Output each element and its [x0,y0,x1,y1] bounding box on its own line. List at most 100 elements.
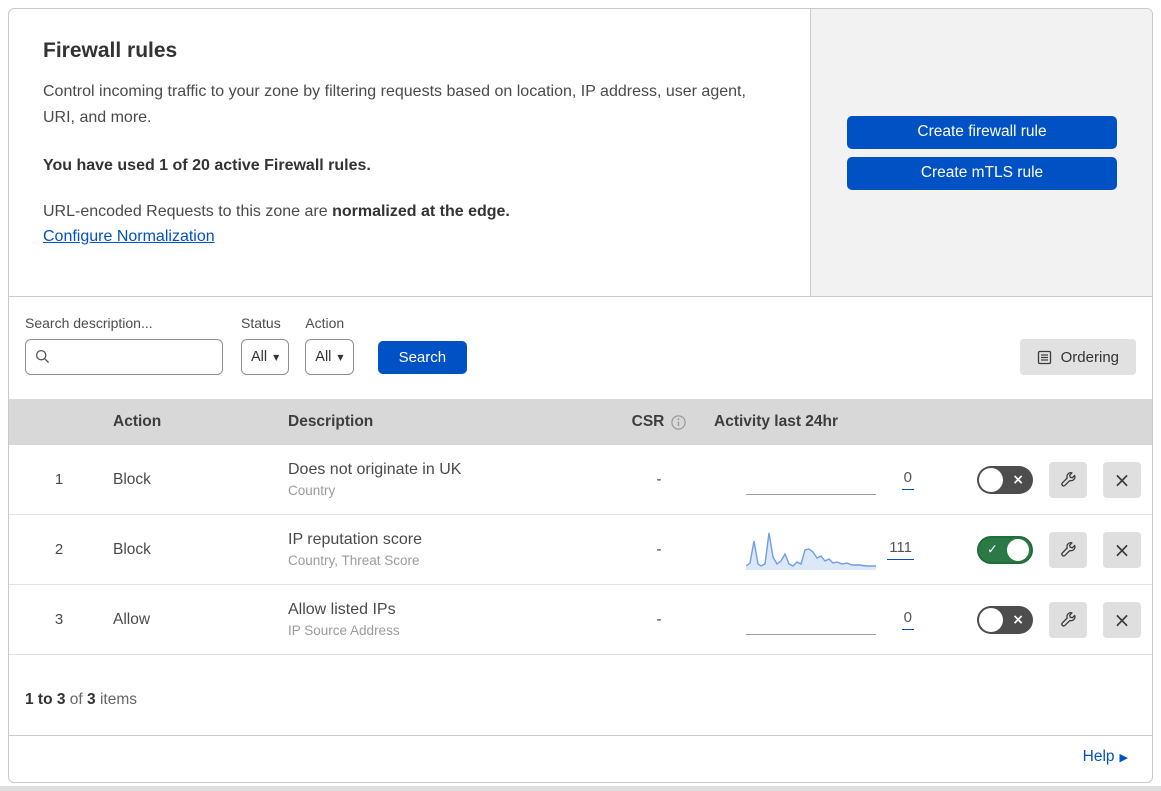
close-icon: × [1113,467,1131,492]
normalization-text: URL-encoded Requests to this zone are [43,202,333,220]
create-firewall-rule-button[interactable]: Create firewall rule [847,115,1117,149]
filter-bar: Search description... Status All ▼ Actio… [9,297,1152,399]
rule-criteria: IP Source Address [288,623,400,638]
info-icon[interactable] [671,414,687,430]
delete-rule-button[interactable]: × [1103,601,1141,638]
search-label: Search description... [25,315,153,331]
help-label: Help [1082,748,1115,765]
pagination-summary: 1 to 3 of 3 items [9,655,1152,735]
usage-note: You have used 1 of 20 active Firewall ru… [43,156,371,174]
rule-description: IP reputation score [288,531,423,548]
rule-description-cell: Allow listed IPs IP Source Address [284,601,614,638]
list-document-icon [1037,350,1051,364]
arrow-right-icon: ▶ [1119,751,1128,764]
chevron-down-icon: ▼ [273,352,280,362]
delete-rule-button[interactable]: × [1103,531,1141,568]
rule-controls: ✓ × × [939,531,1152,568]
wrench-icon [1060,612,1076,627]
normalization-note: URL-encoded Requests to this zone are no… [43,203,776,221]
rule-csr-value: - [656,540,662,558]
page-title: Firewall rules [43,39,178,62]
items-total: 3 [87,691,96,708]
search-input[interactable] [25,339,223,375]
rule-action: Allow [113,610,151,628]
action-filter-group: Action All ▼ [305,315,354,375]
edit-rule-button[interactable] [1049,601,1087,638]
action-select[interactable]: All ▼ [305,339,354,375]
activity-count-link[interactable]: 0 [901,609,914,630]
activity-count-link[interactable]: 111 [887,539,914,560]
rule-csr-value: - [656,610,662,628]
chevron-down-icon: ▼ [337,352,344,362]
action-label: Action [305,315,345,331]
activity-count-link[interactable]: 0 [901,469,914,490]
wrench-icon [1060,472,1076,487]
items-of: of [69,691,83,708]
search-button[interactable]: Search [377,341,468,374]
action-column-header: Action [113,413,162,430]
table-row: 2 Block IP reputation score Country, Thr… [9,515,1152,585]
status-select[interactable]: All ▼ [241,339,290,375]
wrench-icon [1060,542,1076,557]
items-label: items [99,691,138,708]
activity-column-header: Activity last 24hr [714,413,839,430]
ordering-button-label: Ordering [1060,348,1119,366]
rule-description: Allow listed IPs [288,601,396,618]
rule-csr-value: - [656,470,662,488]
rule-activity-cell: 0 [704,460,939,500]
csr-column-header: CSR [632,413,687,431]
cta-panel: Create firewall rule Create mTLS rule [810,9,1152,296]
rule-controls: ✓ × × [939,461,1152,498]
toggle-knob [979,607,1003,632]
rule-enabled-toggle[interactable]: ✓ × [977,605,1033,634]
search-icon [35,349,50,364]
description-column-header: Description [288,413,374,430]
configure-normalization-link[interactable]: Configure Normalization [43,228,215,245]
ordering-button[interactable]: Ordering [1019,339,1136,375]
edit-rule-button[interactable] [1049,531,1087,568]
toggle-knob [979,467,1003,492]
status-label: Status [241,315,281,331]
activity-sparkline-empty [746,460,876,500]
intro-section: Firewall rules Control incoming traffic … [9,9,1152,297]
table-row: 1 Block Does not originate in UK Country… [9,445,1152,515]
toggle-knob [1007,538,1029,561]
rule-description: Does not originate in UK [288,461,462,478]
page-bottom-strip [0,786,1161,791]
firewall-rules-card: Firewall rules Control incoming traffic … [8,8,1153,783]
status-filter-group: Status All ▼ [241,315,290,375]
rule-action: Block [113,470,151,488]
table-row: 3 Allow Allow listed IPs IP Source Addre… [9,585,1152,655]
rules-table: Action Description CSR Activity last 24h… [9,399,1152,655]
table-header-row: Action Description CSR Activity last 24h… [9,399,1152,445]
rule-controls: ✓ × × [939,601,1152,638]
delete-rule-button[interactable]: × [1103,461,1141,498]
activity-sparkline-empty [746,600,876,640]
close-icon: × [1113,537,1131,562]
page-description: Control incoming traffic to your zone by… [43,83,746,126]
rule-priority: 3 [54,611,64,628]
rule-enabled-toggle[interactable]: ✓ × [977,535,1033,564]
rule-action: Block [113,540,151,558]
rule-activity-cell: 111 [704,530,939,570]
search-group: Search description... [25,315,223,375]
activity-sparkline [746,530,876,570]
rule-criteria: Country, Threat Score [288,553,420,568]
search-wrap [25,339,223,375]
rule-enabled-toggle[interactable]: ✓ × [977,465,1033,494]
edit-rule-button[interactable] [1049,461,1087,498]
rule-description-cell: Does not originate in UK Country [284,461,614,498]
create-mtls-rule-button[interactable]: Create mTLS rule [847,156,1117,190]
status-selected-value: All [251,349,268,365]
normalization-bold: normalized at the edge. [332,202,510,220]
rule-criteria: Country [288,483,336,498]
rule-activity-cell: 0 [704,600,939,640]
rule-priority: 2 [54,541,64,558]
x-icon: × [1012,471,1024,488]
rule-priority: 1 [54,471,64,488]
check-icon: ✓ [987,542,998,557]
rule-description-cell: IP reputation score Country, Threat Scor… [284,531,614,568]
help-link[interactable]: Help ▶ [1083,748,1128,765]
help-bar: Help ▶ [9,735,1152,782]
close-icon: × [1113,607,1131,632]
